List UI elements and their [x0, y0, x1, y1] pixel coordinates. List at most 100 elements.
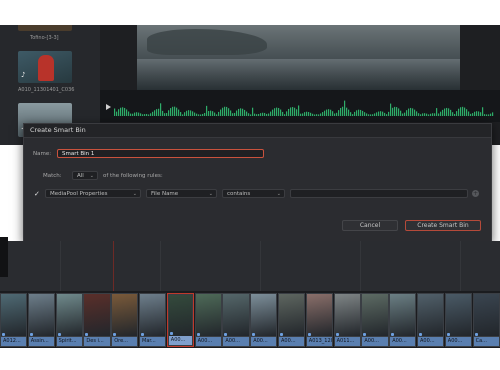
- clip-preview-image: [390, 294, 416, 336]
- chevron-down-icon: ⌄: [208, 191, 213, 197]
- rule-enabled-checkbox[interactable]: ✓: [34, 190, 40, 198]
- waveform-bar: [138, 112, 140, 116]
- audio-waveform: [114, 100, 494, 116]
- cancel-button[interactable]: Cancel: [342, 220, 398, 231]
- waveform-bar: [452, 112, 454, 116]
- waveform-bar: [260, 113, 262, 116]
- waveform-bar: [290, 107, 292, 116]
- waveform-bar: [140, 113, 142, 116]
- timeline-area[interactable]: [0, 241, 500, 291]
- clip-thumbnail[interactable]: A013_120...: [305, 293, 333, 347]
- playhead-line[interactable]: [113, 241, 114, 291]
- waveform-bar: [198, 114, 200, 116]
- clip-flag-icon: [252, 333, 256, 336]
- waveform-bar: [436, 108, 438, 116]
- clip-name: A011...: [334, 337, 360, 346]
- waveform-bar: [250, 114, 252, 116]
- waveform-bar: [208, 110, 210, 116]
- rule-category-value: MediaPool Properties: [50, 191, 108, 197]
- clip-flag-icon: [141, 333, 144, 336]
- waveform-bar: [348, 109, 350, 116]
- clip-thumbnail[interactable]: A00...: [361, 293, 389, 347]
- media-thumbnail[interactable]: ♪: [18, 51, 72, 83]
- clip-thumbnail[interactable]: A00...: [166, 293, 194, 347]
- waveform-bar: [416, 111, 418, 116]
- waveform-bar: [398, 108, 400, 116]
- waveform-bar: [188, 110, 190, 116]
- clip-thumbnail[interactable]: A012...: [0, 293, 28, 347]
- timeline-gridline: [60, 241, 61, 291]
- waveform-bar: [374, 113, 376, 116]
- waveform-bar: [218, 111, 220, 116]
- waveform-bar: [332, 111, 334, 116]
- clip-thumbnail[interactable]: Spirit...: [55, 293, 83, 347]
- clip-thumbnail[interactable]: A00...: [444, 293, 472, 347]
- waveform-bar: [352, 114, 354, 116]
- waveform-bar: [150, 113, 152, 116]
- clip-thumbnail[interactable]: A00...: [278, 293, 306, 347]
- viewer-image: [137, 25, 460, 90]
- waveform-bar: [256, 114, 258, 116]
- waveform-bar: [234, 112, 236, 116]
- clip-thumbnail[interactable]: A00...: [222, 293, 250, 347]
- rule-field-select[interactable]: File Name ⌄: [146, 189, 217, 198]
- waveform-bar: [478, 111, 480, 116]
- waveform-bar: [292, 107, 294, 116]
- waveform-bar: [340, 107, 342, 116]
- clip-thumbnail[interactable]: A00...: [194, 293, 222, 347]
- waveform-bar: [278, 108, 280, 116]
- waveform-bar: [334, 113, 336, 116]
- waveform-bar: [288, 108, 290, 116]
- clip-thumbnail[interactable]: Des i...: [83, 293, 111, 347]
- waveform-bar: [114, 108, 116, 116]
- clip-flag-icon: [335, 333, 339, 336]
- waveform-bar: [430, 113, 432, 116]
- waveform-bar: [238, 108, 240, 116]
- waveform-bar: [330, 109, 332, 116]
- clip-preview-image: [168, 295, 192, 337]
- waveform-bar: [396, 107, 398, 116]
- create-smart-bin-button[interactable]: Create Smart Bin: [405, 220, 481, 231]
- play-marker-icon[interactable]: [106, 104, 111, 110]
- waveform-bar: [326, 109, 328, 116]
- rule-operator-select[interactable]: contains ⌄: [222, 189, 285, 198]
- rule-category-select[interactable]: MediaPool Properties ⌄: [45, 189, 141, 198]
- match-select[interactable]: All ⌄: [72, 171, 98, 180]
- clip-thumbnail[interactable]: Assin...: [27, 293, 55, 347]
- waveform-bar: [450, 109, 452, 116]
- add-rule-icon[interactable]: +: [472, 190, 479, 197]
- clip-thumbnail[interactable]: A00...: [417, 293, 445, 347]
- clip-preview-image: [112, 294, 138, 336]
- clip-thumbnail[interactable]: A00...: [389, 293, 417, 347]
- clip-name: Ore...: [112, 337, 138, 346]
- clip-thumbnail[interactable]: Ca...: [472, 293, 500, 347]
- clip-thumbnail[interactable]: Mar...: [139, 293, 167, 347]
- waveform-bar: [274, 108, 276, 116]
- waveform-bar: [282, 111, 284, 116]
- waveform-bar: [376, 112, 378, 116]
- clip-thumbnail[interactable]: A011...: [333, 293, 361, 347]
- waveform-bar: [212, 111, 214, 116]
- waveform-bar: [230, 110, 232, 116]
- waveform-bar: [266, 113, 268, 116]
- waveform-bar: [120, 107, 122, 116]
- waveform-bar: [408, 108, 410, 116]
- waveform-bar: [314, 114, 316, 116]
- timeline-gridline: [160, 241, 161, 291]
- smart-bin-name-input[interactable]: Smart Bin 1: [57, 149, 264, 158]
- waveform-bar: [346, 107, 348, 116]
- media-thumbnail-top[interactable]: [18, 25, 72, 31]
- waveform-bar: [202, 113, 204, 116]
- waveform-bar: [148, 114, 150, 116]
- clip-thumbnail[interactable]: Ore...: [111, 293, 139, 347]
- waveform-bar: [400, 110, 402, 116]
- audio-waveform-track[interactable]: [100, 90, 500, 122]
- clip-name: A00...: [279, 337, 305, 346]
- waveform-bar: [284, 114, 286, 116]
- waveform-bar: [134, 112, 136, 116]
- clip-thumbnail[interactable]: A00...: [250, 293, 278, 347]
- rule-field-value: File Name: [151, 191, 179, 197]
- waveform-bar: [402, 113, 404, 116]
- rule-value-input[interactable]: [290, 189, 468, 198]
- waveform-bar: [242, 108, 244, 116]
